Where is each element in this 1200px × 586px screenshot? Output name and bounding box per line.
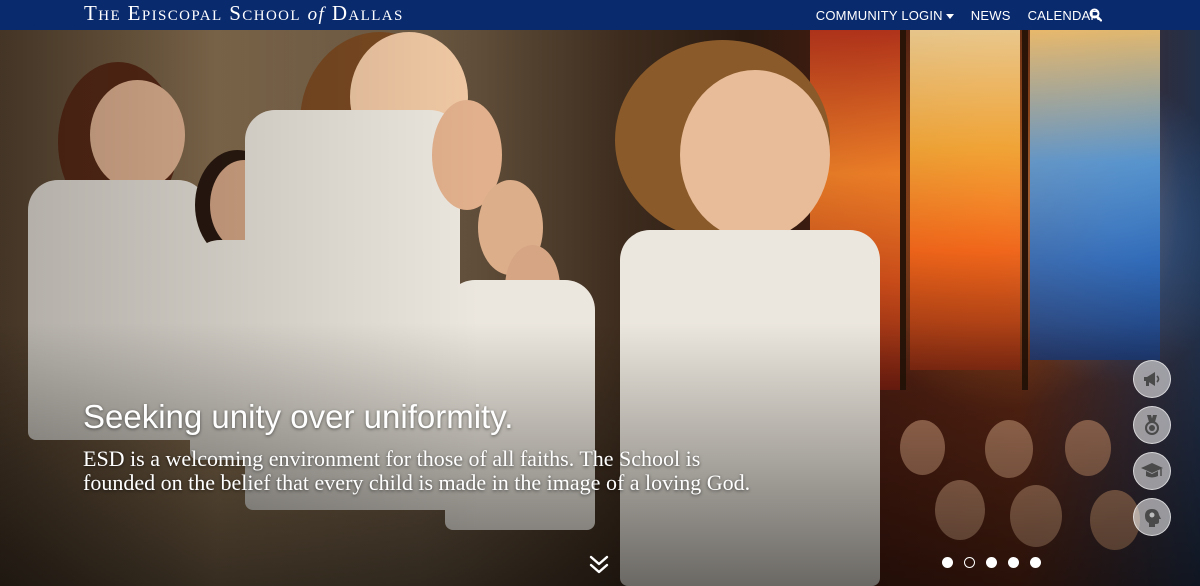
head-profile-icon[interactable]	[1133, 498, 1171, 536]
top-nav-bar: The Episcopal School of Dallas COMMUNITY…	[0, 0, 1200, 30]
news-link[interactable]: NEWS	[971, 8, 1011, 23]
medal-icon[interactable]	[1133, 406, 1171, 444]
scroll-down-icon[interactable]	[588, 553, 610, 577]
brand-text-end: Dallas	[325, 1, 404, 25]
slider-dot[interactable]	[942, 557, 953, 568]
slider-pagination	[942, 557, 1041, 568]
main-nav: COMMUNITY LOGIN NEWS CALENDAR	[816, 0, 1100, 30]
brand-text: The Episcopal School	[84, 1, 308, 25]
slider-dot-active[interactable]	[964, 557, 975, 568]
community-login-link[interactable]: COMMUNITY LOGIN	[816, 8, 954, 23]
slider-dot[interactable]	[1008, 557, 1019, 568]
hero-body-text: ESD is a welcoming environment for those…	[83, 446, 751, 495]
site-logo[interactable]: The Episcopal School of Dallas	[84, 1, 404, 26]
caret-down-icon	[945, 13, 954, 19]
hero-image	[0, 0, 1200, 586]
side-icon-menu	[1133, 360, 1171, 544]
megaphone-icon[interactable]	[1133, 360, 1171, 398]
hero-headline: Seeking unity over uniformity.	[83, 398, 514, 435]
slider-dot[interactable]	[986, 557, 997, 568]
graduation-cap-icon[interactable]	[1133, 452, 1171, 490]
brand-of: of	[307, 4, 326, 25]
slider-dot[interactable]	[1030, 557, 1041, 568]
community-login-label: COMMUNITY LOGIN	[815, 7, 943, 23]
search-icon[interactable]	[1089, 8, 1102, 22]
